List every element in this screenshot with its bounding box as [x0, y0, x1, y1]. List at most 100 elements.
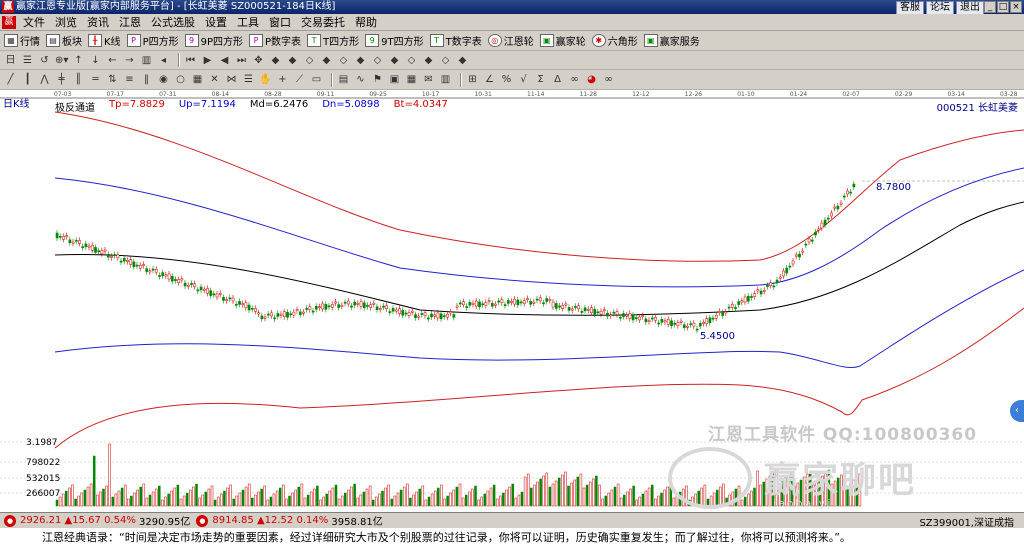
first-icon[interactable]: ⏮ [184, 54, 197, 67]
kline-button[interactable]: ╫ K线 [88, 33, 121, 48]
chart-tool-icon[interactable]: ▥ [439, 73, 452, 86]
candle-body [670, 320, 673, 327]
mail-tool-icon[interactable]: ✉ [422, 73, 435, 86]
diamond7-icon[interactable]: ◇ [371, 54, 384, 67]
grid-tool-icon[interactable]: ╪ [55, 73, 68, 86]
menu-file[interactable]: 文件 [18, 14, 50, 30]
diamond4-icon[interactable]: ◆ [320, 54, 333, 67]
link-tool-icon[interactable]: ∞ [602, 73, 615, 86]
close-button[interactable]: × [1010, 1, 1022, 13]
diamond8-icon[interactable]: ◆ [388, 54, 401, 67]
period-dropdown[interactable]: 日▾ [4, 54, 17, 70]
bars2-tool-icon[interactable]: ║ [72, 73, 85, 86]
zoom-in-icon[interactable]: ↑ [72, 54, 85, 67]
zigzag-tool-icon[interactable]: ⟋ [293, 73, 306, 86]
maximize-button[interactable]: □ [997, 1, 1009, 13]
infinity-tool-icon[interactable]: ∞ [568, 73, 581, 86]
menu-tools[interactable]: 工具 [232, 14, 264, 30]
sqrt-tool-icon[interactable]: √ [517, 73, 530, 86]
diamond6-icon[interactable]: ◆ [354, 54, 367, 67]
wave-tool-icon[interactable]: ∿ [354, 73, 367, 86]
line-tool-icon[interactable]: ╱ [4, 73, 17, 86]
angle-tool-icon[interactable]: ∠ [483, 73, 496, 86]
flag-tool-icon[interactable]: ⚑ [371, 73, 384, 86]
box-tool-icon[interactable]: ▦ [191, 73, 204, 86]
arrows-tool-icon[interactable]: ⇅ [106, 73, 119, 86]
pitch-tool-icon[interactable]: ⋈ [225, 73, 238, 86]
9t-square-button[interactable]: 9 9T四方形 [365, 33, 424, 48]
hexagon-button[interactable]: ✱ 六角形 [591, 33, 638, 48]
bars-tool-icon[interactable]: ┃ [21, 73, 34, 86]
candle-body [362, 302, 366, 309]
lines-tool-icon[interactable]: ≡ [123, 73, 136, 86]
menu-trade[interactable]: 交易委托 [296, 14, 350, 30]
gann-wheel-button[interactable]: ◎ 江恩轮 [487, 33, 534, 48]
vlines-tool-icon[interactable]: ‖ [140, 73, 153, 86]
menu-info[interactable]: 资讯 [82, 14, 114, 30]
diamond12-icon[interactable]: ◆ [456, 54, 469, 67]
quotes-button[interactable]: ▦ 行情 [4, 33, 40, 48]
circle-tool-icon[interactable]: ○ [174, 73, 187, 86]
color-wheel-icon[interactable]: ◕ [585, 73, 598, 86]
menu-window[interactable]: 窗口 [264, 14, 296, 30]
menu-formula[interactable]: 公式选股 [146, 14, 200, 30]
diamond2-icon[interactable]: ◆ [286, 54, 299, 67]
winner-wheel-button[interactable]: ▣ 赢家轮 [539, 33, 586, 48]
hand-tool-icon[interactable]: ✋ [259, 73, 272, 86]
customer-service-link[interactable]: 客服 [896, 1, 924, 15]
hline-tool-icon[interactable]: ═ [89, 73, 102, 86]
back-icon[interactable]: ◀ [218, 54, 231, 67]
frame-tool-icon[interactable]: ▣ [388, 73, 401, 86]
diamond11-icon[interactable]: ◇ [439, 54, 452, 67]
zoom-out-icon[interactable]: ↓ [89, 54, 102, 67]
list-icon[interactable]: ☰ [21, 54, 34, 67]
sz-index[interactable]: 8914.85 [212, 515, 253, 526]
calendar-tool-icon[interactable]: ▦ [405, 73, 418, 86]
menu-gann[interactable]: 江恩 [114, 14, 146, 30]
minimize-button[interactable]: _ [984, 1, 996, 13]
volume-bar [272, 493, 276, 507]
fan-tool-icon[interactable]: ⋀ [38, 73, 51, 86]
service-button[interactable]: ▣ 赢家服务 [643, 33, 700, 48]
cross-tool-icon[interactable]: ✕ [208, 73, 221, 86]
p-square-button[interactable]: P P四方形 [126, 33, 179, 48]
prev-stock-icon[interactable]: ◂ [157, 54, 170, 67]
refresh-icon[interactable]: ↺ [38, 54, 51, 67]
diamond-icon[interactable]: ◆ [269, 54, 282, 67]
last-icon[interactable]: ⏭ [235, 54, 248, 67]
fib-tool-icon[interactable]: ☰ [242, 73, 255, 86]
crosshair-tool-icon[interactable]: + [276, 73, 289, 86]
9p-square-button[interactable]: 9 9P四方形 [184, 33, 243, 48]
percent-tool-icon[interactable]: % [500, 73, 513, 86]
pin-icon[interactable]: ⊕▾ [55, 54, 68, 67]
menu-settings[interactable]: 设置 [200, 14, 232, 30]
kline-chart-area[interactable]: 07-03 07-17 07-31 08-14 08-28 09-11 09-25 10-17… [0, 90, 1024, 512]
t-square-button[interactable]: T T四方形 [307, 33, 359, 48]
spiral-tool-icon[interactable]: ◉ [157, 73, 170, 86]
diamond3-icon[interactable]: ◇ [303, 54, 316, 67]
diamond5-icon[interactable]: ◇ [337, 54, 350, 67]
left-icon[interactable]: ← [106, 54, 119, 67]
menu-logo-icon[interactable]: 赢 [2, 15, 16, 29]
play-icon[interactable]: ▶ [201, 54, 214, 67]
diamond9-icon[interactable]: ◇ [405, 54, 418, 67]
rect-tool-icon[interactable]: ▭ [310, 73, 323, 86]
exit-link[interactable]: 退出 [956, 1, 984, 15]
candle-body [657, 322, 661, 325]
diamond10-icon[interactable]: ◆ [422, 54, 435, 67]
ruler-tool-icon[interactable]: ⊞ [466, 73, 479, 86]
menu-browse[interactable]: 浏览 [50, 14, 82, 30]
menu-help[interactable]: 帮助 [350, 14, 382, 30]
sh-index[interactable]: 2926.21 [20, 515, 61, 526]
sectors-button[interactable]: ▤ 板块 [46, 33, 82, 48]
book-tool-icon[interactable]: ▤ [337, 73, 350, 86]
sigma-tool-icon[interactable]: Σ [534, 73, 547, 86]
chart-icon[interactable]: ▥ [140, 54, 153, 67]
cross-icon[interactable]: ✥ [252, 54, 265, 67]
t-table-button[interactable]: T T数字表 [429, 33, 482, 48]
delta-tool-icon[interactable]: Δ [551, 73, 564, 86]
right-icon[interactable]: → [123, 54, 136, 67]
forum-link[interactable]: 论坛 [926, 1, 954, 15]
p-table-button[interactable]: P P数字表 [249, 33, 301, 48]
date-label: 12-26 [684, 91, 703, 98]
